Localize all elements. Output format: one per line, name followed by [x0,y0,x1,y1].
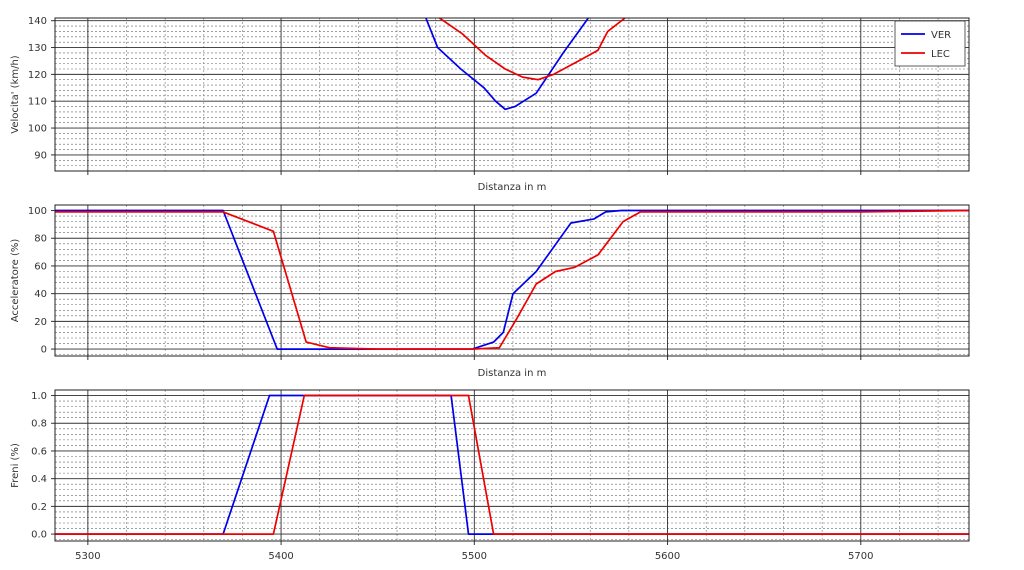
x-tick-label: 5500 [462,551,487,562]
y-tick-label: 100 [28,206,47,217]
panel-2: 0 20 40 60 80 100 Acceleratore (%) Distanza in … [10,204,970,379]
y-tick-label: 80 [34,234,47,245]
y-tick-label: 0.4 [31,474,47,485]
legend-box [894,20,966,67]
y-tick-label: 90 [34,150,47,161]
y-axis-label: Velocita' (km/h) [10,55,21,134]
y-tick-label: 120 [28,70,47,81]
y-tick-label: 60 [34,261,47,272]
y-tick-label: 0.2 [31,502,47,513]
y-tick-label: 140 [28,16,47,27]
x-tick-label: 5700 [848,551,873,562]
series-line-lec [438,18,627,81]
y-tick-label: 100 [28,124,47,135]
plot-frame [54,204,970,357]
y-tick-label: 20 [34,317,47,328]
y-tick-label: 0.0 [31,530,47,541]
series-line-ver [424,18,590,111]
legend: VER LEC [894,20,966,67]
series-line-lec [55,209,969,350]
panel-1: 90 100 110 120 130 140 Velocita' (km/h) Distanz… [10,16,970,193]
y-tick-label: 1.0 [31,391,47,402]
series-line-ver [55,209,969,350]
y-tick-label: 0.8 [31,419,47,430]
y-axis-label: Acceleratore (%) [10,239,21,323]
legend-label-lec: LEC [931,49,950,60]
y-tick-label: 130 [28,43,47,54]
y-tick-label: 40 [34,289,47,300]
panel-3: 0.0 0.2 0.4 0.6 0.8 1.0 5300 5400 5500 5600 5700 Fr… [10,389,970,562]
series-line-ver [55,394,969,535]
series-line-lec [55,394,969,535]
telemetry-chart: 90 100 110 120 130 140 Velocita' (km/h) Distanz… [10,16,970,562]
y-tick-label: 0.6 [31,446,47,457]
y-tick-label: 110 [28,97,47,108]
x-tick-label: 5600 [655,551,680,562]
x-tick-label: 5400 [268,551,293,562]
y-axis-label: Freni (%) [10,443,21,488]
x-tick-label: 5300 [75,551,100,562]
plot-frame [54,17,970,172]
x-axis-label: Distanza in m [478,368,547,379]
y-tick-label: 0 [41,345,47,356]
plot-frame [54,389,970,542]
legend-label-ver: VER [931,30,951,41]
x-axis-label: Distanza in m [478,182,547,193]
